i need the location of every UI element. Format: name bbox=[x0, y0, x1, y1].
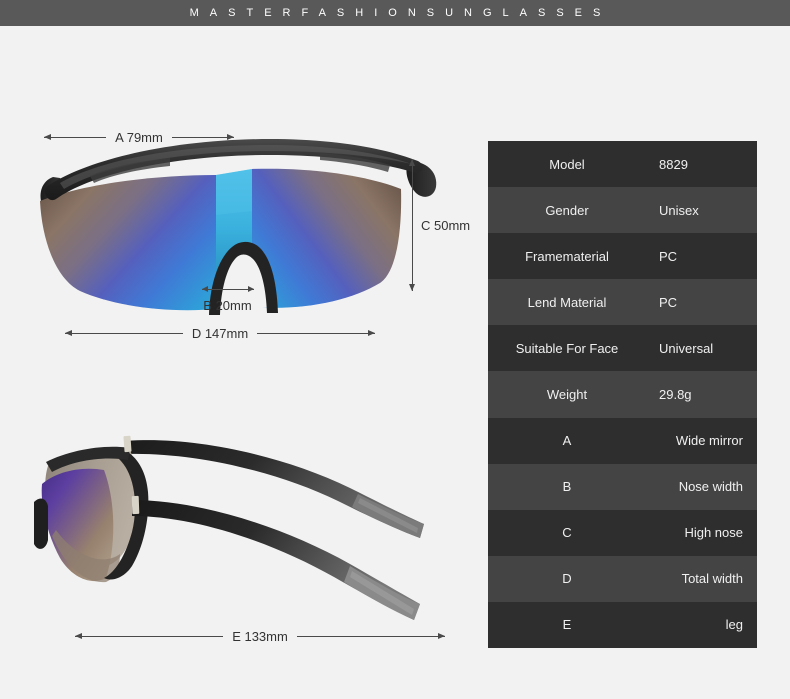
dimension-c: C 50mm bbox=[398, 159, 488, 291]
brand-header-bar: MASTERFASHIONSUNGLASSES bbox=[0, 0, 790, 26]
spec-value: 8829 bbox=[646, 157, 757, 172]
spec-key: Gender bbox=[488, 203, 646, 218]
specification-table: Model8829GenderUnisexFramematerialPCLend… bbox=[488, 141, 757, 648]
table-row: Model8829 bbox=[488, 141, 757, 187]
spec-key: D bbox=[488, 571, 646, 586]
dimension-b: B 20mm bbox=[170, 289, 285, 327]
dimension-a: A 79mm bbox=[44, 127, 234, 147]
dimension-a-label: A 79mm bbox=[106, 130, 172, 145]
spec-value: Nose width bbox=[646, 479, 757, 494]
spec-key: B bbox=[488, 479, 646, 494]
side-view-figure: E 133mm bbox=[20, 406, 470, 676]
dimension-d-line-left bbox=[65, 333, 183, 334]
spec-key: C bbox=[488, 525, 646, 540]
page-body: A 79mm B 20mm D 147mm C 50mm bbox=[0, 26, 790, 699]
dimension-d: D 147mm bbox=[65, 323, 375, 343]
spec-key: Framematerial bbox=[488, 249, 646, 264]
table-row: Weight29.8g bbox=[488, 371, 757, 417]
dimension-e: E 133mm bbox=[75, 626, 445, 646]
spec-value: High nose bbox=[646, 525, 757, 540]
spec-key: Weight bbox=[488, 387, 646, 402]
table-row: Suitable For FaceUniversal bbox=[488, 325, 757, 371]
product-image-column: A 79mm B 20mm D 147mm C 50mm bbox=[0, 26, 480, 699]
table-row: FramematerialPC bbox=[488, 233, 757, 279]
brand-name: MASTERFASHIONSUNGLASSES bbox=[179, 7, 612, 19]
spec-value: PC bbox=[646, 295, 757, 310]
dimension-d-label: D 147mm bbox=[183, 326, 257, 341]
table-row: Lend MaterialPC bbox=[488, 279, 757, 325]
dimension-b-label: B 20mm bbox=[194, 298, 260, 313]
dimension-d-line-right bbox=[257, 333, 375, 334]
dimension-e-line-left bbox=[75, 636, 223, 637]
dimension-e-line-right bbox=[297, 636, 445, 637]
table-row: BNose width bbox=[488, 464, 757, 510]
spec-key: Lend Material bbox=[488, 295, 646, 310]
dimension-b-line bbox=[202, 289, 254, 290]
table-row: Eleg bbox=[488, 602, 757, 648]
spec-key: Model bbox=[488, 157, 646, 172]
dimension-a-line-right bbox=[172, 137, 234, 138]
front-view-figure: A 79mm B 20mm D 147mm C 50mm bbox=[20, 101, 470, 361]
dimension-e-label: E 133mm bbox=[223, 629, 297, 644]
spec-value: Unisex bbox=[646, 203, 757, 218]
table-row: GenderUnisex bbox=[488, 187, 757, 233]
spec-value: Universal bbox=[646, 341, 757, 356]
dimension-c-line bbox=[412, 159, 413, 291]
spec-key: A bbox=[488, 433, 646, 448]
spec-value: PC bbox=[646, 249, 757, 264]
table-row: AWide mirror bbox=[488, 418, 757, 464]
table-row: DTotal width bbox=[488, 556, 757, 602]
spec-key: E bbox=[488, 617, 646, 632]
spec-value: leg bbox=[646, 617, 757, 632]
spec-value: Total width bbox=[646, 571, 757, 586]
spec-value: Wide mirror bbox=[646, 433, 757, 448]
dimension-c-label: C 50mm bbox=[421, 218, 470, 233]
spec-key: Suitable For Face bbox=[488, 341, 646, 356]
spec-value: 29.8g bbox=[646, 387, 757, 402]
table-row: CHigh nose bbox=[488, 510, 757, 556]
dimension-a-line-left bbox=[44, 137, 106, 138]
